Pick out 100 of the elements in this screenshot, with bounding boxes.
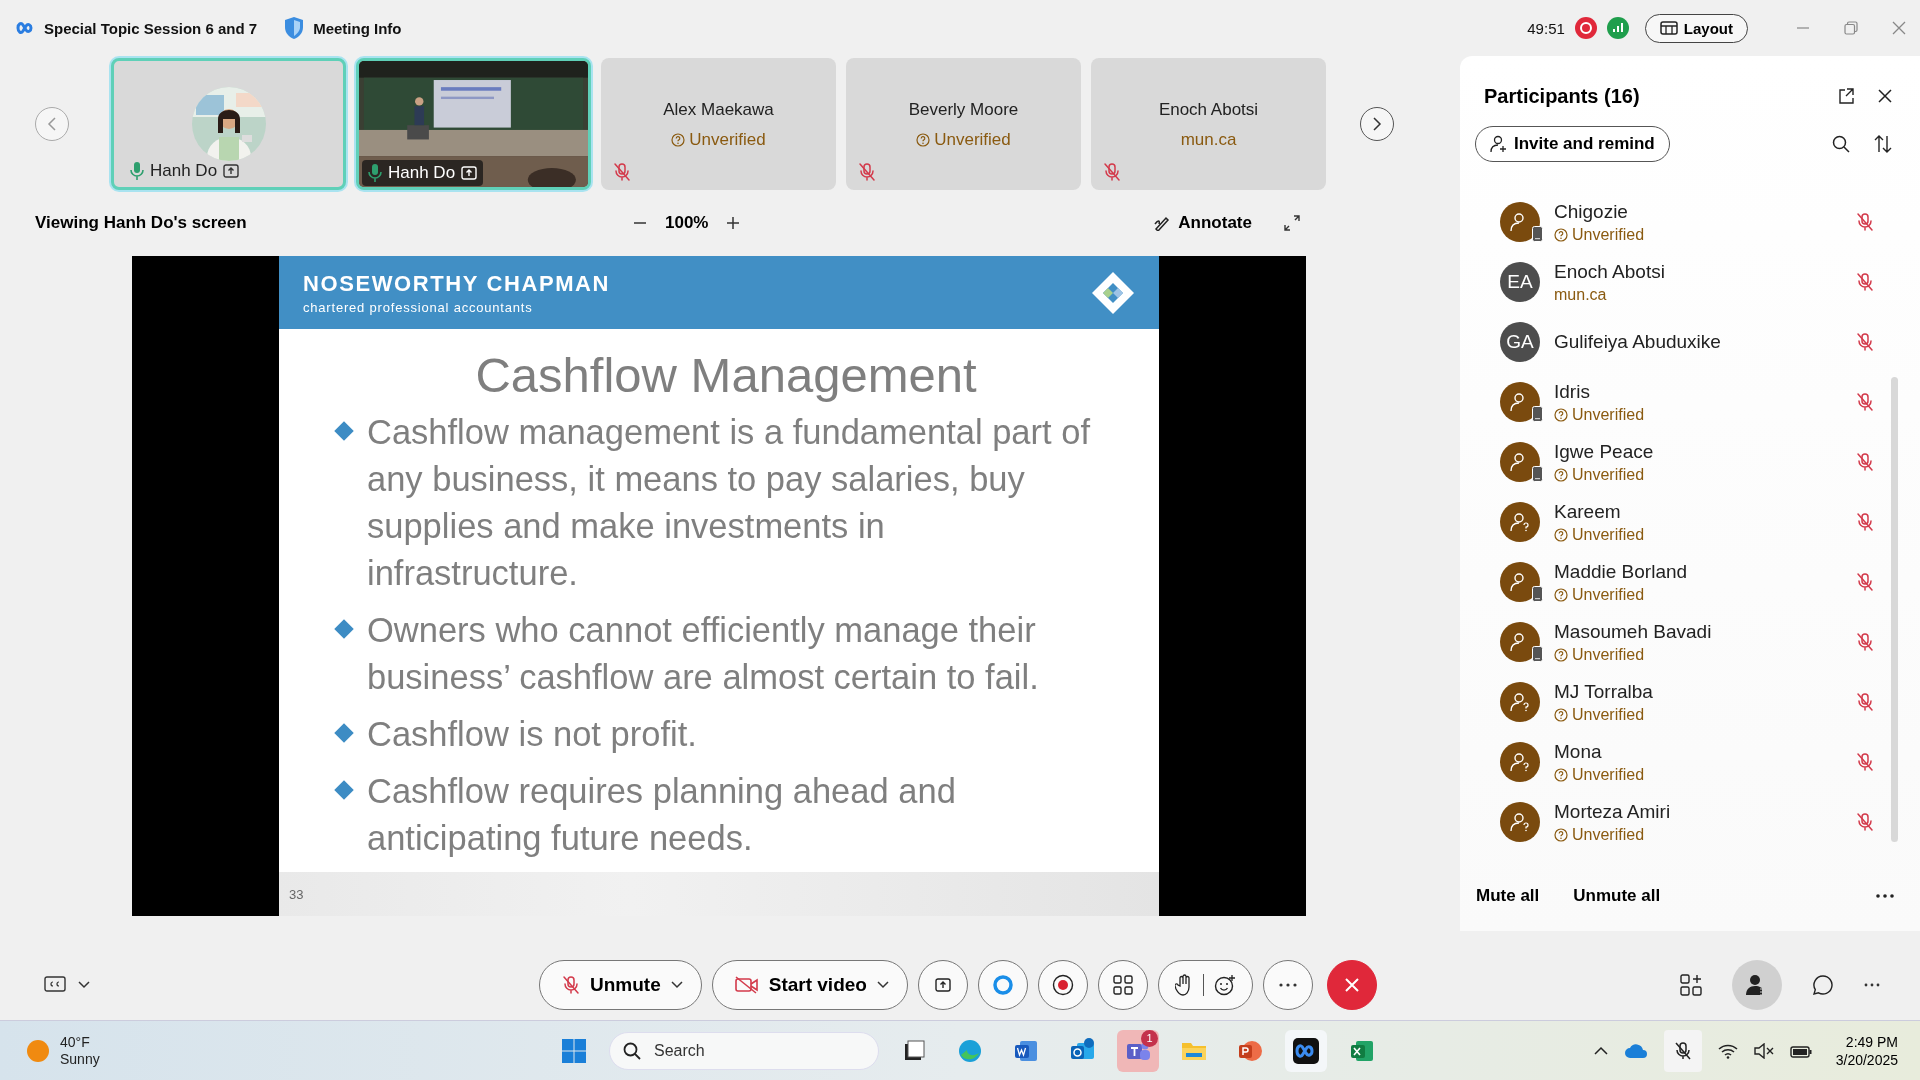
add-apps-icon[interactable]: [1680, 974, 1702, 996]
layout-button[interactable]: Layout: [1644, 13, 1748, 43]
clock-date[interactable]: 3/20/2025: [1835, 1050, 1898, 1069]
phone-icon: [1532, 466, 1543, 482]
scrollbar[interactable]: [1891, 377, 1898, 842]
participant-row[interactable]: MJ Torralba Unverified: [1460, 672, 1920, 732]
participant-row[interactable]: Masoumeh Bavadi Unverified: [1460, 612, 1920, 672]
participant-row[interactable]: Morteza Amiri Unverified: [1460, 792, 1920, 852]
meeting-info-link[interactable]: Meeting Info: [313, 19, 402, 37]
search-icon[interactable]: [1832, 135, 1850, 153]
participant-name: Hanh Do: [388, 163, 456, 183]
unmute-all-button[interactable]: Unmute all: [1573, 886, 1661, 906]
participant-status: Unverified: [1554, 705, 1856, 724]
participant-name: Idris: [1554, 380, 1591, 403]
wifi-icon[interactable]: [1717, 1042, 1738, 1059]
participant-name: Masoumeh Bavadi: [1554, 620, 1713, 643]
more-icon[interactable]: [1864, 983, 1880, 987]
participant-row[interactable]: Igwe Peace Unverified: [1460, 432, 1920, 492]
participant-status: Unverified: [1554, 765, 1856, 784]
participant-row[interactable]: Kareem Unverified: [1460, 492, 1920, 552]
phone-icon: [1532, 586, 1543, 602]
share-button[interactable]: [917, 960, 968, 1010]
speaker-muted-icon[interactable]: [1753, 1042, 1774, 1059]
signal-strength-icon: [1606, 17, 1629, 39]
fullscreen-icon[interactable]: [1284, 215, 1300, 231]
participant-status: Unverified: [1554, 645, 1856, 664]
more-icon[interactable]: [1876, 894, 1894, 898]
clock-time[interactable]: 2:49 PM: [1835, 1032, 1898, 1051]
shield-icon[interactable]: [283, 16, 306, 40]
more-icon: [1278, 983, 1297, 987]
video-tile[interactable]: Beverly Moore Unverified: [846, 58, 1081, 190]
unmute-button[interactable]: Unmute: [539, 960, 702, 1010]
chevron-up-icon[interactable]: [1593, 1045, 1608, 1056]
video-off-icon: [734, 976, 759, 994]
more-button[interactable]: [1262, 960, 1313, 1010]
leave-meeting-button[interactable]: [1326, 960, 1377, 1010]
grid-icon: [1112, 975, 1133, 995]
participant-name: Kareem: [1554, 500, 1622, 523]
close-icon[interactable]: [1878, 89, 1892, 103]
guest-person-icon: [1509, 511, 1531, 533]
avatar-initials: EA: [1507, 271, 1533, 293]
slide-bullet: Cashflow management is a fundamental part of any business, it means to pay salaries, buy supplies and make investments in infrastructure.: [367, 412, 1091, 595]
layout-icon: [1659, 21, 1678, 35]
pop-out-icon[interactable]: [1838, 88, 1854, 104]
participant-row[interactable]: Mona Unverified: [1460, 732, 1920, 792]
company-name: NOSEWORTHY CHAPMAN: [303, 270, 611, 297]
participant-row[interactable]: Chigozie Unverified: [1460, 192, 1920, 252]
participant-status: Unverified: [1554, 465, 1856, 484]
participant-name: Hanh Do: [150, 161, 218, 181]
video-tile[interactable]: Enoch Abotsi mun.ca: [1091, 58, 1326, 190]
company-tagline: chartered professional accountants: [303, 299, 534, 315]
record-button[interactable]: [1037, 960, 1088, 1010]
participant-row[interactable]: Maddie Borland Unverified: [1460, 552, 1920, 612]
participant-name: Beverly Moore: [908, 100, 1019, 120]
slide-bullet: Cashflow requires planning ahead and anticipating future needs.: [367, 771, 957, 860]
video-tile[interactable]: Hanh Do: [356, 58, 591, 190]
participant-status: Unverified: [1554, 525, 1856, 544]
bullet-icon: [333, 420, 355, 443]
participant-row[interactable]: GA Gulifeiya Abuduxike: [1460, 312, 1920, 372]
restore-icon[interactable]: [1844, 21, 1858, 35]
captions-icon[interactable]: [44, 976, 66, 994]
cloud-icon[interactable]: [1623, 1042, 1648, 1059]
muted-mic-icon[interactable]: [1674, 1040, 1691, 1061]
participant-name: Morteza Amiri: [1554, 800, 1672, 823]
annotate-button[interactable]: Annotate: [1148, 212, 1258, 234]
mute-all-button[interactable]: Mute all: [1476, 886, 1540, 906]
meeting-app-icon[interactable]: [1292, 1036, 1320, 1065]
bullet-icon: [333, 722, 355, 745]
windows-start-icon[interactable]: [560, 1036, 588, 1065]
sharing-caption: Viewing Hanh Do's screen: [35, 213, 248, 233]
participant-status: Unverified: [1554, 825, 1856, 844]
reactions-control[interactable]: [1157, 960, 1253, 1010]
temperature: 40°F: [60, 1033, 91, 1051]
screen-share-icon: [934, 978, 951, 992]
add-person-icon: [1490, 135, 1508, 153]
bullet-icon: [333, 779, 355, 802]
chat-icon[interactable]: [1812, 974, 1834, 996]
participant-status: mun.ca: [1554, 285, 1608, 304]
participant-row[interactable]: Idris Unverified: [1460, 372, 1920, 432]
video-tile[interactable]: Alex Maekawa Unverified: [601, 58, 836, 190]
bullet-icon: [333, 618, 355, 641]
next-button[interactable]: [1360, 107, 1394, 141]
assistant-button[interactable]: [977, 960, 1028, 1010]
raise-hand-icon[interactable]: [1174, 974, 1193, 996]
participants-button[interactable]: [1732, 960, 1782, 1010]
notification-badge: 1: [1141, 1029, 1158, 1047]
video-tile[interactable]: Hanh Do: [111, 58, 346, 190]
emoji-icon[interactable]: [1213, 974, 1236, 996]
participant-row[interactable]: EA Enoch Abotsi mun.ca: [1460, 252, 1920, 312]
guest-person-icon: [1509, 811, 1531, 833]
apps-button[interactable]: [1097, 960, 1148, 1010]
meeting-title: Special Topic Session 6 and 7: [44, 19, 258, 37]
participant-name: Alex Maekawa: [663, 100, 774, 120]
participant-status: Unverified: [1554, 585, 1856, 604]
chevron-left-icon: [47, 117, 57, 131]
zoom-in-button[interactable]: [726, 216, 741, 230]
start-video-button[interactable]: Start video: [711, 960, 908, 1010]
sort-icon[interactable]: [1874, 135, 1892, 153]
search-field[interactable]: Search: [609, 1031, 879, 1070]
invite-button[interactable]: Invite and remind: [1475, 126, 1670, 162]
